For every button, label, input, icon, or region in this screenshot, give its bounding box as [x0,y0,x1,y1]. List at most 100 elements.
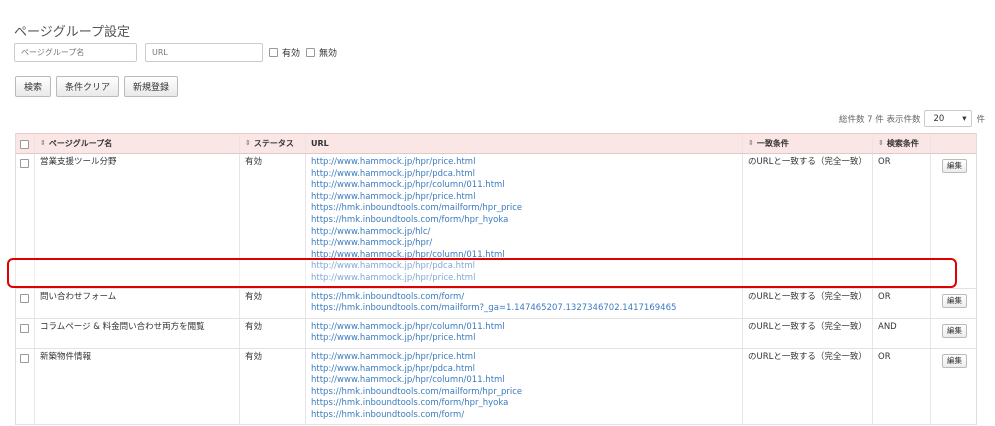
url-link[interactable]: http://www.hammock.jp/hpr/pdca.html [311,169,737,181]
table-row: 問い合わせフォーム 有効 https://hmk.inboundtools.co… [16,288,976,319]
row-urls: http://www.hammock.jp/hpr/column/011.htm… [306,318,743,348]
row-checkbox[interactable] [20,353,29,363]
active-checkbox[interactable]: 有効 [269,46,300,59]
row-status: 有効 [240,288,306,318]
total-count-text: 総件数 7 件 表示件数 [838,114,921,125]
row-condition: OR [873,288,931,318]
header-condition-label: 検索条件 [886,138,919,148]
per-page-value: 20 [933,113,945,124]
url-link[interactable]: http://www.hammock.jp/hpr/ [311,238,737,250]
table-row: 新築物件情報 有効 http://www.hammock.jp/hpr/pric… [16,348,976,426]
row-match: のURLと一致する（完全一致） [743,318,873,348]
row-checkbox[interactable] [20,159,29,168]
url-link[interactable]: https://hmk.inboundtools.com/mailform/hp… [311,387,737,399]
row-name: 営業支援ツール分野 [35,154,240,288]
url-link[interactable]: http://www.hammock.jp/hpr/price.html [311,273,737,285]
header-name-label: ページグループ名 [48,138,113,148]
pager: 総件数 7 件 表示件数 20 ▾ 件 [839,110,985,127]
row-condition: AND [873,318,931,348]
url-link[interactable]: http://www.hammock.jp/hpr/column/011.htm… [311,322,737,334]
url-link[interactable]: https://hmk.inboundtools.com/form/hpr_hy… [311,215,737,227]
table-row: コラムページ & 料金問い合わせ両方を閲覧 有効 http://www.hamm… [16,318,976,349]
select-all-cell [16,134,35,153]
row-edit-cell: 編集 [931,289,976,318]
row-checkbox-cell [16,318,35,348]
url-link[interactable]: http://www.hammock.jp/hpr/price.html [311,352,737,364]
sort-icon: ⇕ [878,138,884,147]
row-urls: http://www.hammock.jp/hpr/price.html htt… [306,154,743,288]
header-match-label: 一致条件 [756,138,789,148]
table-header-row: ⇕ ページグループ名 ⇕ ステータス URL ⇕ 一致条件 ⇕ 検索条件 [16,133,976,154]
per-page-select[interactable]: 20 ▾ [924,110,973,127]
url-input[interactable] [145,43,263,62]
row-name: 問い合わせフォーム [35,288,240,318]
url-link[interactable]: https://hmk.inboundtools.com/mailform/hp… [311,203,737,215]
url-link[interactable]: http://www.hammock.jp/hpr/column/011.htm… [311,250,737,262]
search-button[interactable]: 検索 [15,76,52,97]
action-buttons: 検索 条件クリア 新規登録 [15,76,179,97]
header-edit [931,134,976,153]
url-link[interactable]: http://www.hammock.jp/hpr/price.html [311,192,737,204]
table-row: 営業支援ツール分野 有効 http://www.hammock.jp/hpr/p… [16,154,976,289]
edit-button[interactable]: 編集 [942,293,967,308]
url-link[interactable]: http://www.hammock.jp/hpr/column/011.htm… [311,375,737,387]
filter-bar: 有効 無効 [14,43,337,62]
row-condition: OR [873,154,931,288]
new-registration-button[interactable]: 新規登録 [124,76,179,97]
header-condition[interactable]: ⇕ 検索条件 [873,134,931,153]
row-checkbox-cell [16,154,35,288]
clear-conditions-button[interactable]: 条件クリア [56,76,120,97]
url-link[interactable]: https://hmk.inboundtools.com/form/ [311,410,737,422]
url-link[interactable]: http://www.hammock.jp/hpr/column/011.htm… [311,180,737,192]
header-name[interactable]: ⇕ ページグループ名 [35,134,240,153]
edit-button[interactable]: 編集 [942,353,967,368]
edit-button[interactable]: 編集 [942,159,967,173]
url-link[interactable]: http://www.hammock.jp/hpr/price.html [311,333,737,345]
url-link[interactable]: http://www.hammock.jp/hpr/pdca.html [311,261,737,273]
inactive-checkbox[interactable]: 無効 [306,46,337,59]
header-url-label: URL [311,138,329,148]
inactive-checkbox-label: 無効 [319,49,338,59]
per-page-unit: 件 [976,114,985,125]
row-status: 有効 [240,318,306,348]
row-checkbox[interactable] [20,323,29,333]
row-urls: https://hmk.inboundtools.com/form/ https… [306,288,743,318]
header-match[interactable]: ⇕ 一致条件 [743,134,873,153]
active-checkbox-label: 有効 [282,49,301,59]
row-status: 有効 [240,348,306,425]
edit-button[interactable]: 編集 [942,323,967,338]
sort-icon: ⇕ [245,138,251,147]
select-all-checkbox[interactable] [20,140,29,149]
row-edit-cell: 編集 [931,349,976,425]
page-title: ページグループ設定 [14,25,130,40]
header-status-label: ステータス [253,138,294,148]
row-match: のURLと一致する（完全一致） [743,288,873,318]
row-checkbox[interactable] [20,293,29,303]
sort-icon: ⇕ [40,138,46,147]
page-group-table: ⇕ ページグループ名 ⇕ ステータス URL ⇕ 一致条件 ⇕ 検索条件 営業支援ツール… [15,133,977,426]
url-link[interactable]: https://hmk.inboundtools.com/mailform?_g… [311,303,737,315]
url-link[interactable]: http://www.hammock.jp/hlc/ [311,227,737,239]
header-status[interactable]: ⇕ ステータス [240,134,306,153]
header-url: URL [306,134,743,153]
url-link[interactable]: http://www.hammock.jp/hpr/pdca.html [311,364,737,376]
row-urls: http://www.hammock.jp/hpr/price.html htt… [306,348,743,425]
url-link[interactable]: http://www.hammock.jp/hpr/price.html [311,157,737,169]
row-name: コラムページ & 料金問い合わせ両方を閲覧 [35,318,240,348]
active-checkbox-box[interactable] [269,48,278,57]
row-edit-cell: 編集 [931,154,976,288]
row-checkbox-cell [16,288,35,318]
row-status: 有効 [240,154,306,288]
row-edit-cell: 編集 [931,319,976,348]
page-group-name-input[interactable] [14,43,137,62]
url-link[interactable]: https://hmk.inboundtools.com/form/ [311,292,737,304]
sort-icon: ⇕ [748,138,754,147]
chevron-down-icon: ▾ [962,113,967,124]
row-checkbox-cell [16,348,35,425]
inactive-checkbox-box[interactable] [306,48,316,57]
row-match: のURLと一致する（完全一致） [743,348,873,425]
row-match: のURLと一致する（完全一致） [743,154,873,288]
url-link[interactable]: https://hmk.inboundtools.com/form/hpr_hy… [311,398,737,410]
row-name: 新築物件情報 [35,348,240,425]
row-condition: OR [873,348,931,425]
